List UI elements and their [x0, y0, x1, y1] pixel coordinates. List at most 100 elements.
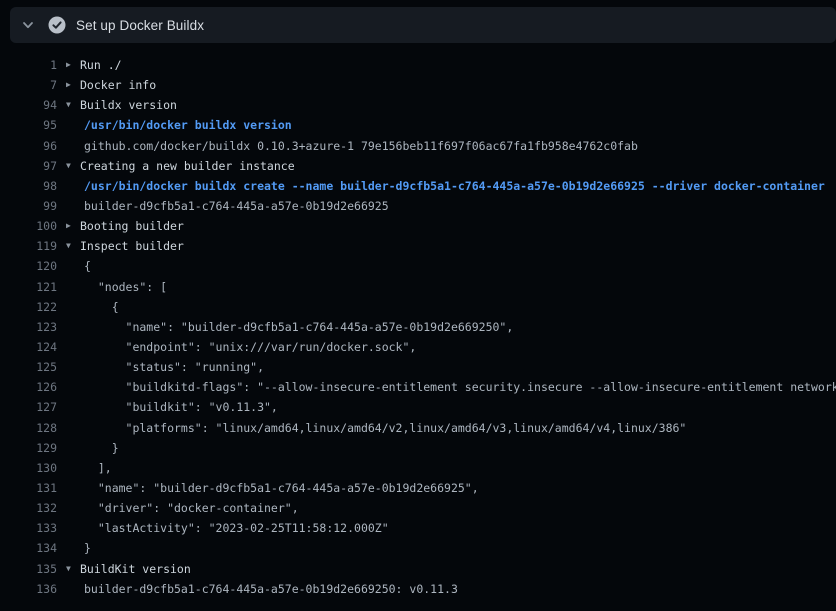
log-line: 128 "platforms": "linux/amd64,linux/amd6… — [0, 418, 836, 438]
triangle-down-icon: ▼ — [66, 565, 80, 573]
triangle-right-icon: ▶ — [66, 61, 80, 69]
output-text: { — [84, 259, 91, 273]
triangle-down-icon: ▼ — [66, 162, 80, 170]
log-line: 126 "buildkitd-flags": "--allow-insecure… — [0, 377, 836, 397]
log-group-toggle[interactable]: ▶Run ./ — [57, 58, 122, 72]
log-line: 95/usr/bin/docker buildx version — [0, 115, 836, 135]
output-text: "buildkitd-flags": "--allow-insecure-ent… — [84, 380, 836, 394]
triangle-right-icon: ▶ — [66, 81, 80, 89]
line-number-link[interactable]: 132 — [0, 501, 57, 515]
log-line: 1▶Run ./ — [0, 55, 836, 75]
triangle-down-icon: ▼ — [66, 101, 80, 109]
log-line: 119▼Inspect builder — [0, 236, 836, 256]
output-text: "status": "running", — [84, 360, 264, 374]
log-line: 135▼BuildKit version — [0, 559, 836, 579]
output-text: "name": "builder-d9cfb5a1-c764-445a-a57e… — [84, 320, 513, 334]
line-number-link[interactable]: 99 — [0, 199, 57, 213]
line-number-link[interactable]: 125 — [0, 360, 57, 374]
line-number-link[interactable]: 124 — [0, 340, 57, 354]
log-line: 96 github.com/docker/buildx 0.10.3+azure-… — [0, 136, 836, 156]
line-number-link[interactable]: 96 — [0, 139, 57, 153]
log-group-toggle[interactable]: ▼Buildx version — [57, 98, 177, 112]
output-text: } — [84, 541, 91, 555]
triangle-down-icon: ▼ — [66, 242, 80, 250]
line-number-link[interactable]: 122 — [0, 300, 57, 314]
line-number-link[interactable]: 100 — [0, 219, 57, 233]
log-line: 134} — [0, 538, 836, 558]
line-number-link[interactable]: 131 — [0, 481, 57, 495]
log-line: 127 "buildkit": "v0.11.3", — [0, 397, 836, 417]
line-number-link[interactable]: 123 — [0, 320, 57, 334]
line-number-link[interactable]: 95 — [0, 118, 57, 132]
log-line: 123 "name": "builder-d9cfb5a1-c764-445a-… — [0, 317, 836, 337]
log-lines: 1▶Run ./7▶Docker info94▼Buildx version95… — [0, 43, 836, 599]
line-number-link[interactable]: 97 — [0, 159, 57, 173]
log-line: 136 builder-d9cfb5a1-c764-445a-a57e-0b19d… — [0, 579, 836, 599]
output-text: "platforms": "linux/amd64,linux/amd64/v2… — [84, 421, 686, 435]
log-line: 131 "name": "builder-d9cfb5a1-c764-445a-… — [0, 478, 836, 498]
line-number-link[interactable]: 129 — [0, 441, 57, 455]
output-text: ], — [84, 461, 112, 475]
log-line: 121 "nodes": [ — [0, 277, 836, 297]
output-text: } — [84, 441, 119, 455]
log-line: 122 { — [0, 297, 836, 317]
group-title: Inspect builder — [80, 239, 184, 253]
group-title: Creating a new builder instance — [80, 159, 295, 173]
output-text: "driver": "docker-container", — [84, 501, 299, 515]
status-success-icon — [48, 16, 66, 34]
line-number-link[interactable]: 136 — [0, 582, 57, 596]
group-title: Booting builder — [80, 219, 184, 233]
log-group-toggle[interactable]: ▼BuildKit version — [57, 562, 191, 576]
output-text: builder-d9cfb5a1-c764-445a-a57e-0b19d2e6… — [84, 199, 389, 213]
log-line: 99 builder-d9cfb5a1-c764-445a-a57e-0b19d2… — [0, 196, 836, 216]
log-line: 94▼Buildx version — [0, 95, 836, 115]
step-title: Set up Docker Buildx — [76, 18, 204, 33]
log-group-toggle[interactable]: ▶Docker info — [57, 78, 156, 92]
command-text: /usr/bin/docker buildx create --name bui… — [84, 179, 825, 193]
log-line: 98/usr/bin/docker buildx create --name b… — [0, 176, 836, 196]
output-text: "nodes": [ — [84, 280, 167, 294]
log-line: 97▼Creating a new builder instance — [0, 156, 836, 176]
log-line: 132 "driver": "docker-container", — [0, 498, 836, 518]
group-title: Run ./ — [80, 58, 122, 72]
collapse-step-button[interactable] — [14, 11, 42, 39]
line-number-link[interactable]: 120 — [0, 259, 57, 273]
log-line: 125 "status": "running", — [0, 357, 836, 377]
group-title: Docker info — [80, 78, 156, 92]
output-text: builder-d9cfb5a1-c764-445a-a57e-0b19d2e6… — [84, 582, 458, 596]
line-number-link[interactable]: 133 — [0, 521, 57, 535]
output-text: "buildkit": "v0.11.3", — [84, 400, 278, 414]
triangle-right-icon: ▶ — [66, 222, 80, 230]
line-number-link[interactable]: 127 — [0, 400, 57, 414]
line-number-link[interactable]: 134 — [0, 541, 57, 555]
log-group-toggle[interactable]: ▼Inspect builder — [57, 239, 184, 253]
log-line: 124 "endpoint": "unix:///var/run/docker.… — [0, 337, 836, 357]
output-text: github.com/docker/buildx 0.10.3+azure-1 … — [84, 139, 638, 153]
output-text: "lastActivity": "2023-02-25T11:58:12.000… — [84, 521, 389, 535]
line-number-link[interactable]: 126 — [0, 380, 57, 394]
log-line: 7▶Docker info — [0, 75, 836, 95]
line-number-link[interactable]: 98 — [0, 179, 57, 193]
line-number-link[interactable]: 119 — [0, 239, 57, 253]
log-line: 129 } — [0, 438, 836, 458]
command-text: /usr/bin/docker buildx version — [84, 118, 292, 132]
step-header[interactable]: Set up Docker Buildx — [10, 7, 836, 43]
line-number-link[interactable]: 7 — [0, 78, 57, 92]
line-number-link[interactable]: 121 — [0, 280, 57, 294]
log-line: 130 ], — [0, 458, 836, 478]
line-number-link[interactable]: 1 — [0, 58, 57, 72]
output-text: "name": "builder-d9cfb5a1-c764-445a-a57e… — [84, 481, 479, 495]
line-number-link[interactable]: 94 — [0, 98, 57, 112]
chevron-down-icon — [22, 19, 34, 31]
output-text: "endpoint": "unix:///var/run/docker.sock… — [84, 340, 416, 354]
line-number-link[interactable]: 128 — [0, 421, 57, 435]
log-group-toggle[interactable]: ▶Booting builder — [57, 219, 184, 233]
line-number-link[interactable]: 135 — [0, 562, 57, 576]
output-text: { — [84, 300, 119, 314]
group-title: Buildx version — [80, 98, 177, 112]
line-number-link[interactable]: 130 — [0, 461, 57, 475]
log-group-toggle[interactable]: ▼Creating a new builder instance — [57, 159, 295, 173]
log-line: 133 "lastActivity": "2023-02-25T11:58:12… — [0, 518, 836, 538]
log-line: 120 { — [0, 256, 836, 276]
log-line: 100▶Booting builder — [0, 216, 836, 236]
